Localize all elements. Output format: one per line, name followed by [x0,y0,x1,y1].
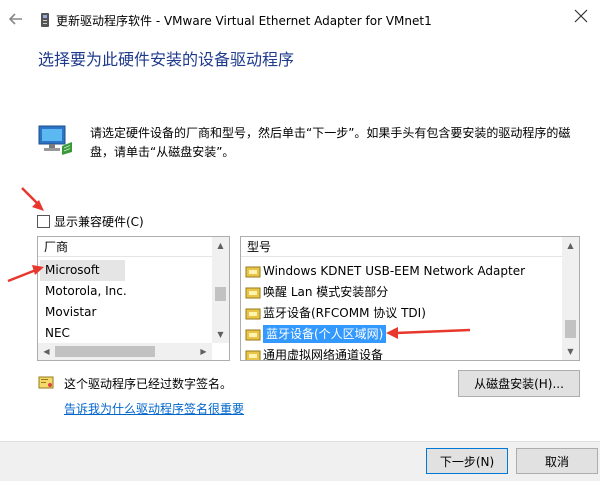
annotation-overlay [7,187,471,339]
annotation-arrow-checkbox [21,187,44,211]
annotation-arrow-manufacturer [7,265,44,283]
annotation-arrow-model [386,327,471,339]
